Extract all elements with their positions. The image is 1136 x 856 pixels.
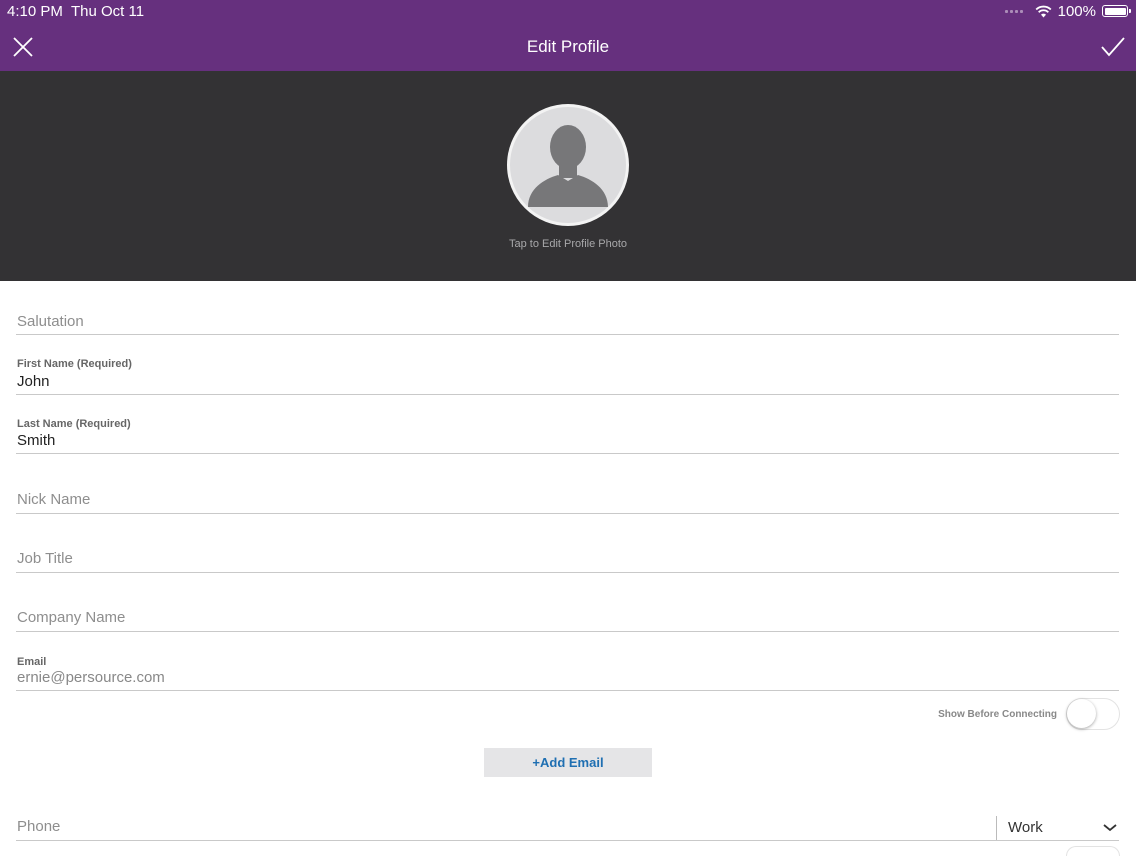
last-name-field[interactable]: Last Name (Required) Smith <box>16 394 1119 454</box>
salutation-placeholder: Salutation <box>17 313 84 330</box>
battery-icon <box>1102 5 1131 17</box>
job-title-field[interactable]: Job Title <box>16 513 1119 573</box>
show-before-connecting-toggle[interactable] <box>1066 698 1120 730</box>
phone-placeholder: Phone <box>17 818 61 835</box>
email-label: Email <box>17 656 47 668</box>
job-title-placeholder: Job Title <box>17 550 73 567</box>
status-date: Thu Oct 11 <box>71 3 145 20</box>
navigation-bar: 4:10 PM Thu Oct 11 100% Edit Profile <box>0 0 1136 71</box>
profile-photo-section: Tap to Edit Profile Photo <box>0 71 1136 281</box>
last-name-value: Smith <box>17 432 56 449</box>
first-name-label: First Name (Required) <box>17 358 132 370</box>
show-before-connecting-row: Show Before Connecting <box>938 698 1120 730</box>
company-name-field[interactable]: Company Name <box>16 572 1119 632</box>
add-email-button[interactable]: +Add Email <box>484 748 652 777</box>
phone-type-select[interactable]: Work <box>996 816 1119 840</box>
page-title: Edit Profile <box>526 37 610 56</box>
chevron-down-icon <box>1103 824 1117 832</box>
status-time: 4:10 PM <box>7 3 63 20</box>
nick-name-field[interactable]: Nick Name <box>16 453 1119 514</box>
email-value: ernie@persource.com <box>17 669 165 686</box>
salutation-field[interactable]: Salutation <box>16 281 1119 335</box>
email-field[interactable]: Email ernie@persource.com <box>16 631 1119 691</box>
first-name-value: John <box>17 373 50 390</box>
save-button[interactable] <box>1100 35 1126 59</box>
battery-percentage: 100% <box>1057 2 1096 20</box>
toggle-knob <box>1067 699 1096 728</box>
wifi-icon <box>1035 5 1052 17</box>
status-indicators: 100% <box>1004 2 1131 20</box>
checkmark-icon <box>1101 37 1125 57</box>
profile-photo-button[interactable] <box>507 104 629 226</box>
signal-icon <box>1004 9 1023 13</box>
company-name-placeholder: Company Name <box>17 609 126 626</box>
phone-type-value: Work <box>1008 819 1043 836</box>
last-name-label: Last Name (Required) <box>17 418 131 430</box>
phone-field[interactable]: Phone <box>16 781 1119 841</box>
nick-name-placeholder: Nick Name <box>17 491 91 508</box>
person-silhouette-icon <box>528 125 608 207</box>
first-name-field[interactable]: First Name (Required) John <box>16 334 1119 395</box>
edit-photo-caption[interactable]: Tap to Edit Profile Photo <box>0 238 1136 250</box>
phone-visibility-toggle[interactable] <box>1066 846 1120 856</box>
show-before-connecting-label: Show Before Connecting <box>938 708 1057 720</box>
